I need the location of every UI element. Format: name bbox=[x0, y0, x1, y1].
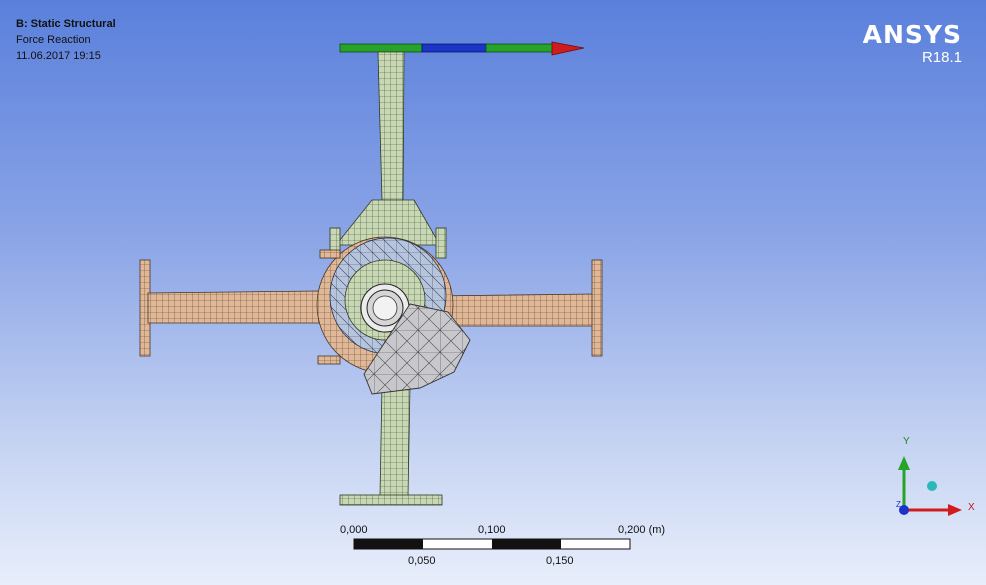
scale-label-200: 0,200 (m) bbox=[618, 524, 666, 536]
scale-label-100: 0,100 bbox=[478, 524, 506, 536]
scale-bar bbox=[353, 538, 631, 550]
triad-z-label: Z bbox=[896, 500, 901, 509]
left-pipe[interactable] bbox=[139, 259, 321, 357]
top-pipe[interactable] bbox=[335, 44, 441, 246]
model-canvas[interactable] bbox=[0, 0, 986, 585]
scale-label-150: 0,150 bbox=[546, 555, 574, 567]
bottom-pipe[interactable] bbox=[339, 384, 443, 506]
triad-y-label: Y bbox=[903, 436, 910, 447]
scale-label-0: 0,000 bbox=[340, 524, 368, 536]
triad-x-label: X bbox=[968, 502, 975, 513]
graphics-viewport[interactable]: B: Static Structural Force Reaction 11.0… bbox=[0, 0, 986, 585]
scale-label-50: 0,050 bbox=[408, 555, 436, 567]
coordinate-triad[interactable] bbox=[898, 456, 962, 516]
